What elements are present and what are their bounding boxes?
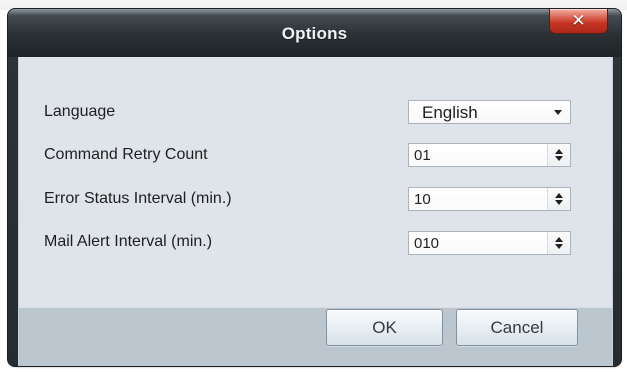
cancel-button[interactable]: Cancel xyxy=(456,309,578,346)
command-retry-count-value: 01 xyxy=(414,147,431,164)
spinner-up-icon[interactable] xyxy=(555,149,563,154)
language-value: English xyxy=(422,103,478,122)
close-icon: ✕ xyxy=(571,10,586,31)
mail-alert-interval-stepper[interactable] xyxy=(547,232,570,254)
language-select[interactable]: English xyxy=(408,100,571,124)
chevron-down-icon xyxy=(554,110,562,115)
dialog-title: Options xyxy=(281,24,348,43)
spinner-down-icon[interactable] xyxy=(555,200,563,205)
spinner-up-icon[interactable] xyxy=(555,237,563,242)
mail-alert-interval-label: Mail Alert Interval (min.) xyxy=(44,233,213,250)
title-bar[interactable]: Options ✕ xyxy=(8,9,621,57)
mail-alert-interval-value: 010 xyxy=(414,235,440,252)
spinner-down-icon[interactable] xyxy=(555,156,563,161)
language-label: Language xyxy=(44,103,116,120)
spinner-down-icon[interactable] xyxy=(555,244,563,249)
screen: Options ✕ Language English Command Retry… xyxy=(0,0,627,372)
error-status-interval-spinner[interactable]: 10 xyxy=(408,187,571,211)
command-retry-count-stepper[interactable] xyxy=(547,144,570,166)
error-status-interval-stepper[interactable] xyxy=(547,188,570,210)
close-button[interactable]: ✕ xyxy=(550,9,607,33)
left-window-frame xyxy=(8,57,18,366)
error-status-interval-label: Error Status Interval (min.) xyxy=(44,190,232,207)
ok-button[interactable]: OK xyxy=(326,309,443,346)
command-retry-count-label: Command Retry Count xyxy=(44,146,208,163)
error-status-interval-value: 10 xyxy=(414,191,431,208)
mail-alert-interval-spinner[interactable]: 010 xyxy=(408,231,571,255)
options-content xyxy=(18,57,613,307)
spinner-up-icon[interactable] xyxy=(555,193,563,198)
command-retry-count-spinner[interactable]: 01 xyxy=(408,143,571,167)
